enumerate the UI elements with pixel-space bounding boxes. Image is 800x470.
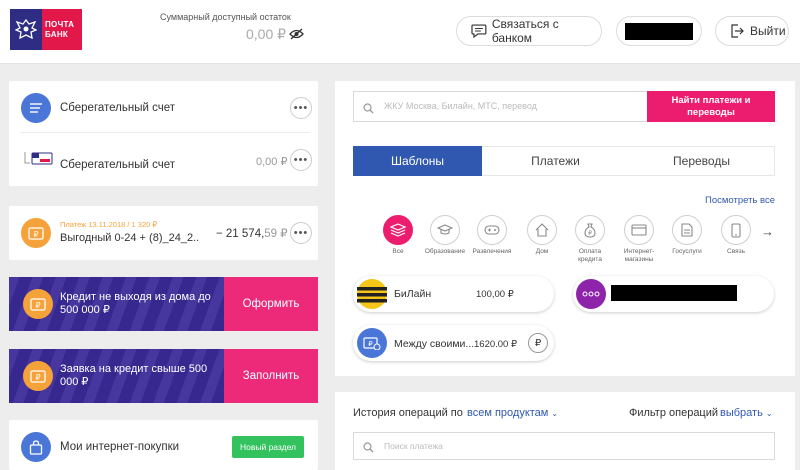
svg-text:₽: ₽	[588, 230, 592, 237]
chat-bubble-icon	[471, 24, 487, 38]
bank-logo[interactable]: ПОЧТА БАНК	[10, 9, 82, 50]
category-home[interactable]: Дом	[519, 215, 565, 256]
category-label: Все	[392, 248, 404, 255]
search-icon	[363, 440, 374, 458]
graduation-cap-icon	[430, 215, 460, 245]
savings-list-icon	[21, 93, 51, 123]
divider	[20, 132, 310, 133]
chevron-down-icon: ⌄	[765, 409, 773, 418]
logo-line2: БАНК	[45, 29, 69, 39]
logout-button[interactable]: Выйти	[715, 16, 789, 46]
category-loan-payment[interactable]: ₽ Оплата кредита	[567, 215, 613, 263]
category-label: Госуслуги	[672, 248, 702, 255]
promo-banner-loan[interactable]: ₽ Кредит не выходя из дома до 500 000 ₽ …	[9, 277, 318, 331]
history-label: История операций по	[353, 407, 463, 419]
shopping-bag-icon	[21, 432, 51, 462]
eagle-emblem-icon	[10, 9, 42, 50]
shopping-title: Мои интернет-покупки	[60, 441, 180, 453]
logo-line1: ПОЧТА	[45, 19, 75, 29]
sub-account-card-icon	[24, 150, 54, 171]
contact-dots-icon	[576, 279, 606, 309]
gamepad-icon	[477, 215, 507, 245]
ruble-card-icon: ₽	[23, 289, 53, 319]
logo-text: ПОЧТА БАНК	[42, 9, 82, 50]
template-name: Между своими...	[394, 338, 475, 350]
new-section-badge[interactable]: Новый раздел	[232, 436, 304, 458]
view-all-link[interactable]: Посмотреть все	[705, 195, 775, 206]
eye-hidden-icon[interactable]	[289, 27, 304, 45]
category-entertainment[interactable]: Развлечения	[469, 215, 515, 256]
balance-label: Суммарный доступный остаток	[160, 12, 291, 22]
sub-account-more-button[interactable]: •••	[290, 149, 312, 171]
all-products-label: всем продуктам	[467, 407, 549, 419]
beeline-logo-icon	[357, 279, 387, 309]
category-label: Оплата кредита	[578, 248, 602, 263]
savings-more-button[interactable]: •••	[290, 97, 312, 119]
template-amount: 1620.00 ₽	[474, 339, 518, 350]
money-bag-icon: ₽	[575, 215, 605, 245]
payment-note: Платеж 13.11.2018 / 1 320 ₽	[60, 220, 158, 229]
category-gov-services[interactable]: Госуслуги	[664, 215, 710, 256]
category-label: Образование	[424, 248, 466, 255]
category-label: Связь	[727, 248, 745, 255]
contact-bank-button[interactable]: Связаться с банком	[456, 16, 602, 46]
promo-text: Заявка на кредит свыше 500 000 ₽	[60, 363, 208, 388]
category-telecom[interactable]: Связь	[713, 215, 759, 256]
category-online-stores[interactable]: Интернет-магазины	[616, 215, 662, 263]
logout-icon	[731, 24, 744, 38]
template-name: БиЛайн	[394, 288, 432, 300]
category-education[interactable]: Образование	[422, 215, 468, 256]
tab-payments[interactable]: Платежи	[482, 146, 629, 176]
ruble-card-icon: ₽	[21, 218, 51, 248]
loan-amount-cents: 59 ₽	[264, 228, 288, 240]
loan-name: Выгодный 0-24 + (8)_24_2...	[60, 232, 200, 244]
promo-text: Кредит не выходя из дома до 500 000 ₽	[60, 291, 211, 316]
ruble-pay-button[interactable]: ₽	[528, 333, 548, 353]
card-icon	[624, 215, 654, 245]
loan-amount-main: − 21 574,	[216, 228, 265, 240]
phone-icon	[721, 215, 751, 245]
sub-account-amount: 0,00 ₽	[256, 156, 288, 168]
balance-value: 0,00 ₽	[246, 26, 287, 42]
transfer-card-icon: ₽	[357, 328, 387, 358]
history-search-placeholder: Поиск платежа	[384, 441, 443, 451]
search-placeholder: ЖКУ Москва, Билайн, МТС, перевод	[384, 101, 537, 111]
promo-banner-large-loan[interactable]: ₽ Заявка на кредит свыше 500 000 ₽ Запол…	[9, 349, 318, 403]
stack-icon	[383, 215, 413, 245]
contact-bank-label: Связаться с банком	[491, 17, 559, 45]
category-label: Дом	[535, 248, 549, 255]
house-icon	[527, 215, 557, 245]
svg-text:₽: ₽	[35, 373, 40, 382]
filter-select-label: выбрать	[720, 407, 763, 419]
search-icon	[363, 101, 374, 119]
filter-label: Фильтр операций	[629, 407, 719, 419]
template-amount: 100,00 ₽	[476, 289, 514, 300]
template-name-redacted	[611, 285, 737, 301]
tab-templates[interactable]: Шаблоны	[353, 146, 482, 176]
all-products-dropdown[interactable]: всем продуктам ⌄	[467, 407, 558, 419]
logout-label: Выйти	[750, 24, 786, 38]
user-profile-button[interactable]	[616, 16, 702, 46]
fill-form-button[interactable]: Заполнить	[224, 349, 318, 403]
category-all[interactable]: Все	[375, 215, 421, 256]
find-payments-button[interactable]: Найти платежи и переводы	[647, 91, 775, 122]
user-name-redacted	[625, 22, 693, 40]
arrow-right-icon[interactable]: →	[761, 224, 774, 239]
loan-more-button[interactable]: •••	[290, 222, 312, 244]
category-label: Интернет-магазины	[623, 248, 655, 263]
filter-select-dropdown[interactable]: выбрать ⌄	[720, 407, 773, 419]
document-icon	[672, 215, 702, 245]
chevron-down-icon: ⌄	[551, 409, 559, 418]
sub-account-title: Сберегательный счет	[60, 159, 176, 171]
tab-transfers[interactable]: Переводы	[629, 146, 775, 176]
svg-text:₽: ₽	[33, 230, 38, 239]
apply-button[interactable]: Оформить	[224, 277, 318, 331]
svg-text:₽: ₽	[35, 301, 40, 310]
loan-amount: − 21 574,59 ₽	[216, 226, 288, 240]
svg-text:₽: ₽	[368, 340, 373, 348]
category-label: Развлечения	[472, 248, 512, 255]
ruble-card-icon: ₽	[23, 361, 53, 391]
savings-account-title: Сберегательный счет	[60, 102, 176, 114]
